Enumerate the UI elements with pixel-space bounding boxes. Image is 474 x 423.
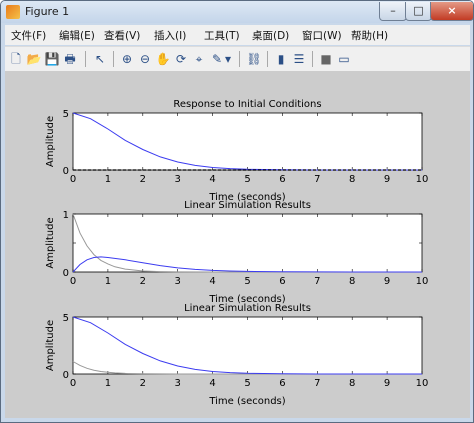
- x-tick-label: 7: [314, 378, 320, 389]
- x-tick-label: 0: [70, 174, 76, 185]
- maximize-button[interactable]: □: [405, 2, 432, 21]
- show-plot-tools-icon[interactable]: ▭: [335, 50, 353, 68]
- x-tick-label: 6: [279, 276, 285, 287]
- menu-bar: 文件(F) 编辑(E) 查看(V) 插入(I) 工具(T) 桌面(D) 窗口(W…: [5, 25, 470, 45]
- x-tick-label: 4: [209, 174, 215, 185]
- menu-file[interactable]: 文件(F): [11, 28, 46, 43]
- x-tick-label: 9: [384, 174, 390, 185]
- link-plot-icon[interactable]: ⛓: [245, 50, 263, 68]
- toolbar: 🗋 📂 💾 🖶 ↖ ⊕ ⊖ ✋ ⟳ ⌖ ✎ ▾ ⛓ ▮ ☰ ■ ▭: [5, 46, 470, 71]
- rotate-3d-icon[interactable]: ⟳: [172, 50, 190, 68]
- insert-legend-icon[interactable]: ☰: [290, 50, 308, 68]
- zoom-out-icon[interactable]: ⊖: [136, 50, 154, 68]
- menu-view[interactable]: 查看(V): [104, 28, 140, 43]
- axes-3[interactable]: Linear Simulation Results Time (seconds) A…: [45, 303, 428, 407]
- title-bar[interactable]: Figure 1 – □ ×: [1, 1, 473, 23]
- minimize-button[interactable]: –: [379, 2, 407, 21]
- menu-desktop[interactable]: 桌面(D): [252, 28, 289, 43]
- y-tick-label: 1: [63, 210, 69, 221]
- figure-window: Figure 1 – □ × 文件(F) 编辑(E) 查看(V) 插入(I) 工…: [0, 0, 474, 423]
- x-tick-label: 10: [416, 276, 429, 287]
- x-tick-label: 8: [349, 174, 355, 185]
- x-tick-label: 1: [105, 174, 111, 185]
- x-tick-label: 3: [175, 276, 181, 287]
- x-tick-label: 0: [70, 378, 76, 389]
- chart-title: Linear Simulation Results: [184, 200, 311, 211]
- x-tick-label: 8: [349, 378, 355, 389]
- x-tick-label: 5: [244, 378, 250, 389]
- plot-area: [72, 213, 423, 273]
- open-file-icon[interactable]: 📂: [25, 50, 43, 68]
- hide-plot-tools-icon[interactable]: ■: [317, 50, 335, 68]
- pan-hand-icon[interactable]: ✋: [154, 50, 172, 68]
- zoom-in-icon[interactable]: ⊕: [118, 50, 136, 68]
- y-tick-label: 0: [63, 166, 69, 177]
- x-tick-label: 8: [349, 276, 355, 287]
- x-axis-label: Time (seconds): [208, 396, 285, 407]
- plot-area: [72, 112, 423, 171]
- x-tick-label: 7: [314, 174, 320, 185]
- pointer-icon[interactable]: ↖: [91, 50, 109, 68]
- x-tick-label: 9: [384, 378, 390, 389]
- toolbar-separator: [312, 51, 313, 67]
- y-axis-label: Amplitude: [45, 217, 56, 268]
- new-figure-icon[interactable]: 🗋: [7, 50, 25, 68]
- y-axis-label: Amplitude: [45, 320, 56, 371]
- close-button[interactable]: ×: [430, 2, 473, 21]
- x-tick-label: 6: [279, 174, 285, 185]
- x-tick-label: 10: [416, 174, 429, 185]
- x-tick-label: 2: [140, 276, 146, 287]
- x-tick-label: 3: [175, 174, 181, 185]
- x-tick-label: 5: [244, 174, 250, 185]
- x-tick-label: 0: [70, 276, 76, 287]
- x-tick-label: 3: [175, 378, 181, 389]
- plot-area: [72, 316, 423, 375]
- x-tick-label: 1: [105, 276, 111, 287]
- x-tick-label: 10: [416, 378, 429, 389]
- menu-help[interactable]: 帮助(H): [351, 28, 388, 43]
- data-cursor-icon[interactable]: ⌖: [190, 50, 208, 68]
- insert-colorbar-icon[interactable]: ▮: [272, 50, 290, 68]
- x-tick-label: 6: [279, 378, 285, 389]
- plots-svg: Response to Initial Conditions Time (seco…: [45, 99, 428, 407]
- save-icon[interactable]: 💾: [43, 50, 61, 68]
- brush-dropdown-icon[interactable]: ▾: [223, 50, 233, 68]
- chart-title: Response to Initial Conditions: [173, 99, 321, 110]
- y-tick-label: 5: [63, 313, 69, 324]
- menu-tools[interactable]: 工具(T): [204, 28, 240, 43]
- axes-2[interactable]: Linear Simulation ResultsTime (seconds)A…: [45, 200, 428, 305]
- window-title: Figure 1: [25, 5, 70, 18]
- toolbar-separator: [85, 51, 86, 67]
- menu-insert[interactable]: 插入(I): [154, 28, 186, 43]
- x-tick-label: 7: [314, 276, 320, 287]
- x-tick-label: 9: [384, 276, 390, 287]
- toolbar-separator: [113, 51, 114, 67]
- axes-1[interactable]: Response to Initial ConditionsTime (seco…: [45, 99, 428, 203]
- toolbar-separator: [267, 51, 268, 67]
- x-tick-label: 2: [140, 174, 146, 185]
- menu-edit[interactable]: 编辑(E): [59, 28, 95, 43]
- x-tick-label: 5: [244, 276, 250, 287]
- x-tick-label: 1: [105, 378, 111, 389]
- toolbar-separator: [239, 51, 240, 67]
- menu-window[interactable]: 窗口(W): [302, 28, 342, 43]
- print-icon[interactable]: 🖶: [61, 50, 79, 68]
- x-tick-label: 2: [140, 378, 146, 389]
- chart-title: Linear Simulation Results: [184, 303, 311, 314]
- x-tick-label: 4: [209, 378, 215, 389]
- matlab-figure-icon: [6, 5, 20, 19]
- y-tick-label: 0: [63, 268, 69, 279]
- x-tick-label: 4: [209, 276, 215, 287]
- y-tick-label: 5: [63, 109, 69, 120]
- y-axis-label: Amplitude: [45, 116, 56, 167]
- y-tick-label: 0: [63, 370, 69, 381]
- figure-canvas: Response to Initial Conditions Time (seco…: [5, 71, 470, 418]
